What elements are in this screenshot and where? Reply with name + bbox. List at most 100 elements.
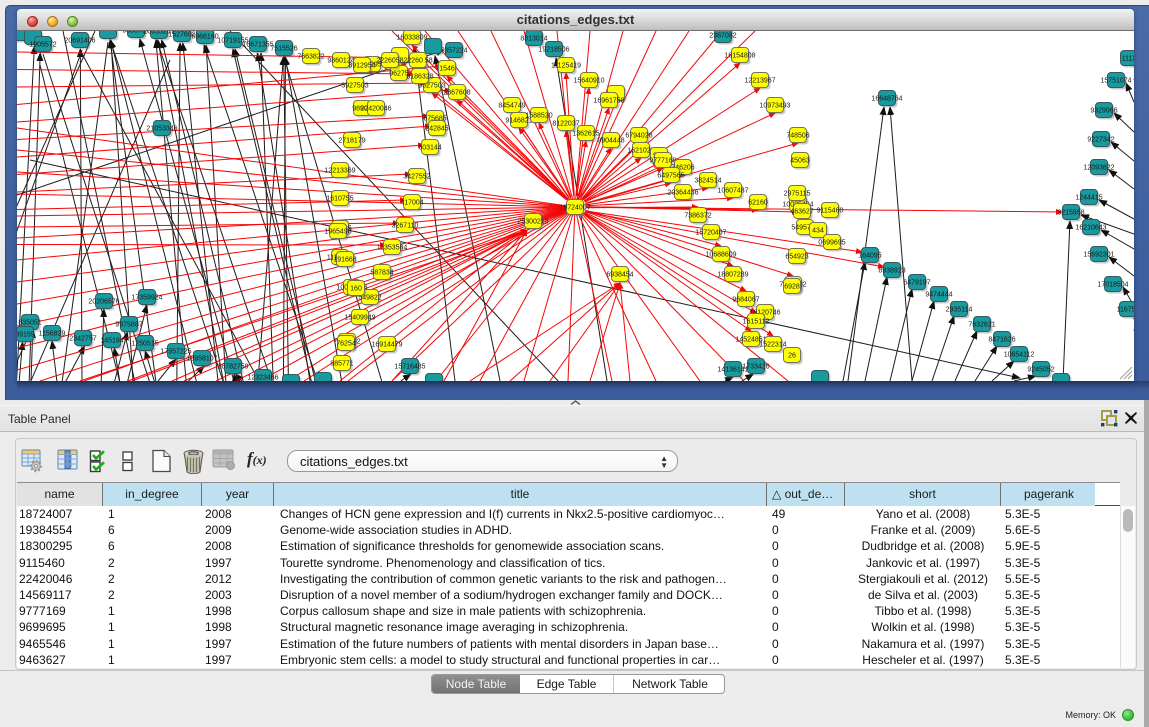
svg-text:9684067: 9684067 xyxy=(732,297,759,304)
svg-text:9245052: 9245052 xyxy=(1027,367,1054,374)
svg-text:9777169: 9777169 xyxy=(649,158,676,165)
svg-text:9474444: 9474444 xyxy=(925,292,952,299)
svg-text:21053346: 21053346 xyxy=(146,126,177,133)
svg-text:434: 434 xyxy=(812,228,824,235)
svg-text:9227342: 9227342 xyxy=(1087,137,1114,144)
svg-text:16671355: 16671355 xyxy=(242,42,273,49)
svg-text:164095: 164095 xyxy=(858,253,881,260)
svg-text:145194: 145194 xyxy=(100,338,123,345)
svg-text:191668: 191668 xyxy=(333,257,356,264)
svg-text:1615112: 1615112 xyxy=(743,319,770,326)
svg-text:6928: 6928 xyxy=(784,284,800,291)
svg-text:12213967: 12213967 xyxy=(744,78,775,85)
svg-text:16782759: 16782759 xyxy=(217,364,248,371)
svg-text:6497565: 6497565 xyxy=(657,173,684,180)
svg-text:10688609: 10688609 xyxy=(705,252,736,259)
svg-text:10958107: 10958107 xyxy=(186,356,217,363)
svg-text:17957225: 17957225 xyxy=(160,349,191,356)
svg-text:6938454: 6938454 xyxy=(606,272,633,279)
svg-text:463627: 463627 xyxy=(790,209,813,216)
svg-text:7515526: 7515526 xyxy=(270,46,297,53)
svg-text:15640910: 15640910 xyxy=(573,78,604,85)
svg-text:2226058: 2226058 xyxy=(376,58,403,65)
svg-text:587834: 587834 xyxy=(370,270,393,277)
svg-text:1156829: 1156829 xyxy=(39,331,66,338)
svg-text:3267110: 3267110 xyxy=(392,223,419,230)
svg-text:242845: 242845 xyxy=(425,126,448,133)
svg-text:22260 58: 22260 58 xyxy=(403,58,432,65)
svg-text:15751074: 15751074 xyxy=(1100,78,1131,85)
svg-text:11125419: 11125419 xyxy=(551,63,581,70)
svg-text:3927503: 3927503 xyxy=(341,83,368,90)
svg-text:2935114: 2935114 xyxy=(946,307,973,314)
svg-text:1112: 1112 xyxy=(1122,56,1134,63)
svg-text:8454749: 8454749 xyxy=(498,103,525,110)
svg-text:1965498: 1965498 xyxy=(324,229,351,236)
svg-text:7357224: 7357224 xyxy=(440,48,467,55)
svg-text:26: 26 xyxy=(788,353,796,360)
svg-text:20206576: 20206576 xyxy=(88,299,119,306)
svg-text:20691406: 20691406 xyxy=(64,38,95,45)
svg-text:9904448: 9904448 xyxy=(597,138,624,145)
svg-text:9329966: 9329966 xyxy=(1090,108,1117,115)
svg-text:16033809: 16033809 xyxy=(396,35,427,42)
svg-text:22420046: 22420046 xyxy=(360,106,391,113)
svg-text:1610755: 1610755 xyxy=(326,196,353,203)
svg-text:15716485: 15716485 xyxy=(394,364,425,371)
svg-text:17359924: 17359924 xyxy=(131,295,162,302)
svg-text:15720407: 15720407 xyxy=(695,230,726,237)
svg-text:39159: 39159 xyxy=(17,332,35,339)
svg-text:10654112: 10654112 xyxy=(1004,352,1035,359)
svg-text:17018504: 17018504 xyxy=(1097,282,1128,289)
svg-text:16914479: 16914479 xyxy=(371,342,402,349)
svg-text:8912954: 8912954 xyxy=(348,63,375,70)
svg-text:10973493: 10973493 xyxy=(759,103,790,110)
svg-text:9115460: 9115460 xyxy=(817,208,844,215)
svg-text:25300213: 25300213 xyxy=(517,219,548,226)
svg-text:6479197: 6479197 xyxy=(903,280,930,287)
svg-text:1546: 1546 xyxy=(439,66,455,73)
svg-text:2867608: 2867608 xyxy=(443,90,470,97)
svg-text:2718179: 2718179 xyxy=(338,138,365,145)
svg-text:8122037: 8122037 xyxy=(552,121,579,128)
svg-text:9975887: 9975887 xyxy=(115,322,142,329)
svg-text:16154808: 16154808 xyxy=(724,53,755,60)
svg-text:1244415: 1244415 xyxy=(1075,195,1102,202)
svg-text:3824514: 3824514 xyxy=(694,178,721,185)
svg-text:8938923: 8938923 xyxy=(878,268,905,275)
svg-text:417004: 417004 xyxy=(400,200,423,207)
svg-text:6966160: 6966160 xyxy=(191,34,218,41)
svg-text:11353584: 11353584 xyxy=(377,245,408,252)
svg-text:835051: 835051 xyxy=(18,320,41,327)
svg-text:7663822: 7663822 xyxy=(297,54,324,61)
svg-text:7386372: 7386372 xyxy=(684,213,711,220)
svg-text:160: 160 xyxy=(350,286,362,293)
svg-text:12213369: 12213369 xyxy=(324,168,355,175)
svg-text:8471626: 8471626 xyxy=(988,337,1015,344)
svg-text:0699695: 0699695 xyxy=(818,240,845,247)
svg-text:2387082: 2387082 xyxy=(709,33,736,40)
svg-text:3215958: 3215958 xyxy=(1057,210,1084,217)
svg-text:2975115: 2975115 xyxy=(784,191,811,198)
svg-text:16210643: 16210643 xyxy=(1075,225,1106,232)
svg-text:1733426: 1733426 xyxy=(742,364,769,371)
svg-text:3427552: 3427552 xyxy=(403,174,430,181)
svg-text:116753: 116753 xyxy=(1117,307,1134,314)
svg-text:20364436: 20364436 xyxy=(667,190,698,197)
svg-text:8186328: 8186328 xyxy=(406,74,433,81)
svg-text:18807289: 18807289 xyxy=(717,272,748,279)
svg-text:15692301: 15692301 xyxy=(1083,252,1114,259)
svg-text:654923: 654923 xyxy=(785,254,808,261)
svg-text:7632621: 7632621 xyxy=(968,322,995,329)
svg-text:748506: 748506 xyxy=(786,133,809,140)
svg-text:8813014: 8813014 xyxy=(520,36,547,43)
svg-text:45063: 45063 xyxy=(790,158,810,165)
svg-text:62160: 62160 xyxy=(748,200,768,207)
svg-text:1250515: 1250515 xyxy=(131,341,158,348)
svg-text:603144: 603144 xyxy=(418,145,441,152)
svg-text:10607487: 10607487 xyxy=(717,188,748,195)
svg-text:1522314: 1522314 xyxy=(759,342,786,349)
svg-text:6794028: 6794028 xyxy=(625,133,652,140)
svg-text:1362615: 1362615 xyxy=(572,131,599,138)
svg-text:12323466: 12323466 xyxy=(247,375,278,382)
